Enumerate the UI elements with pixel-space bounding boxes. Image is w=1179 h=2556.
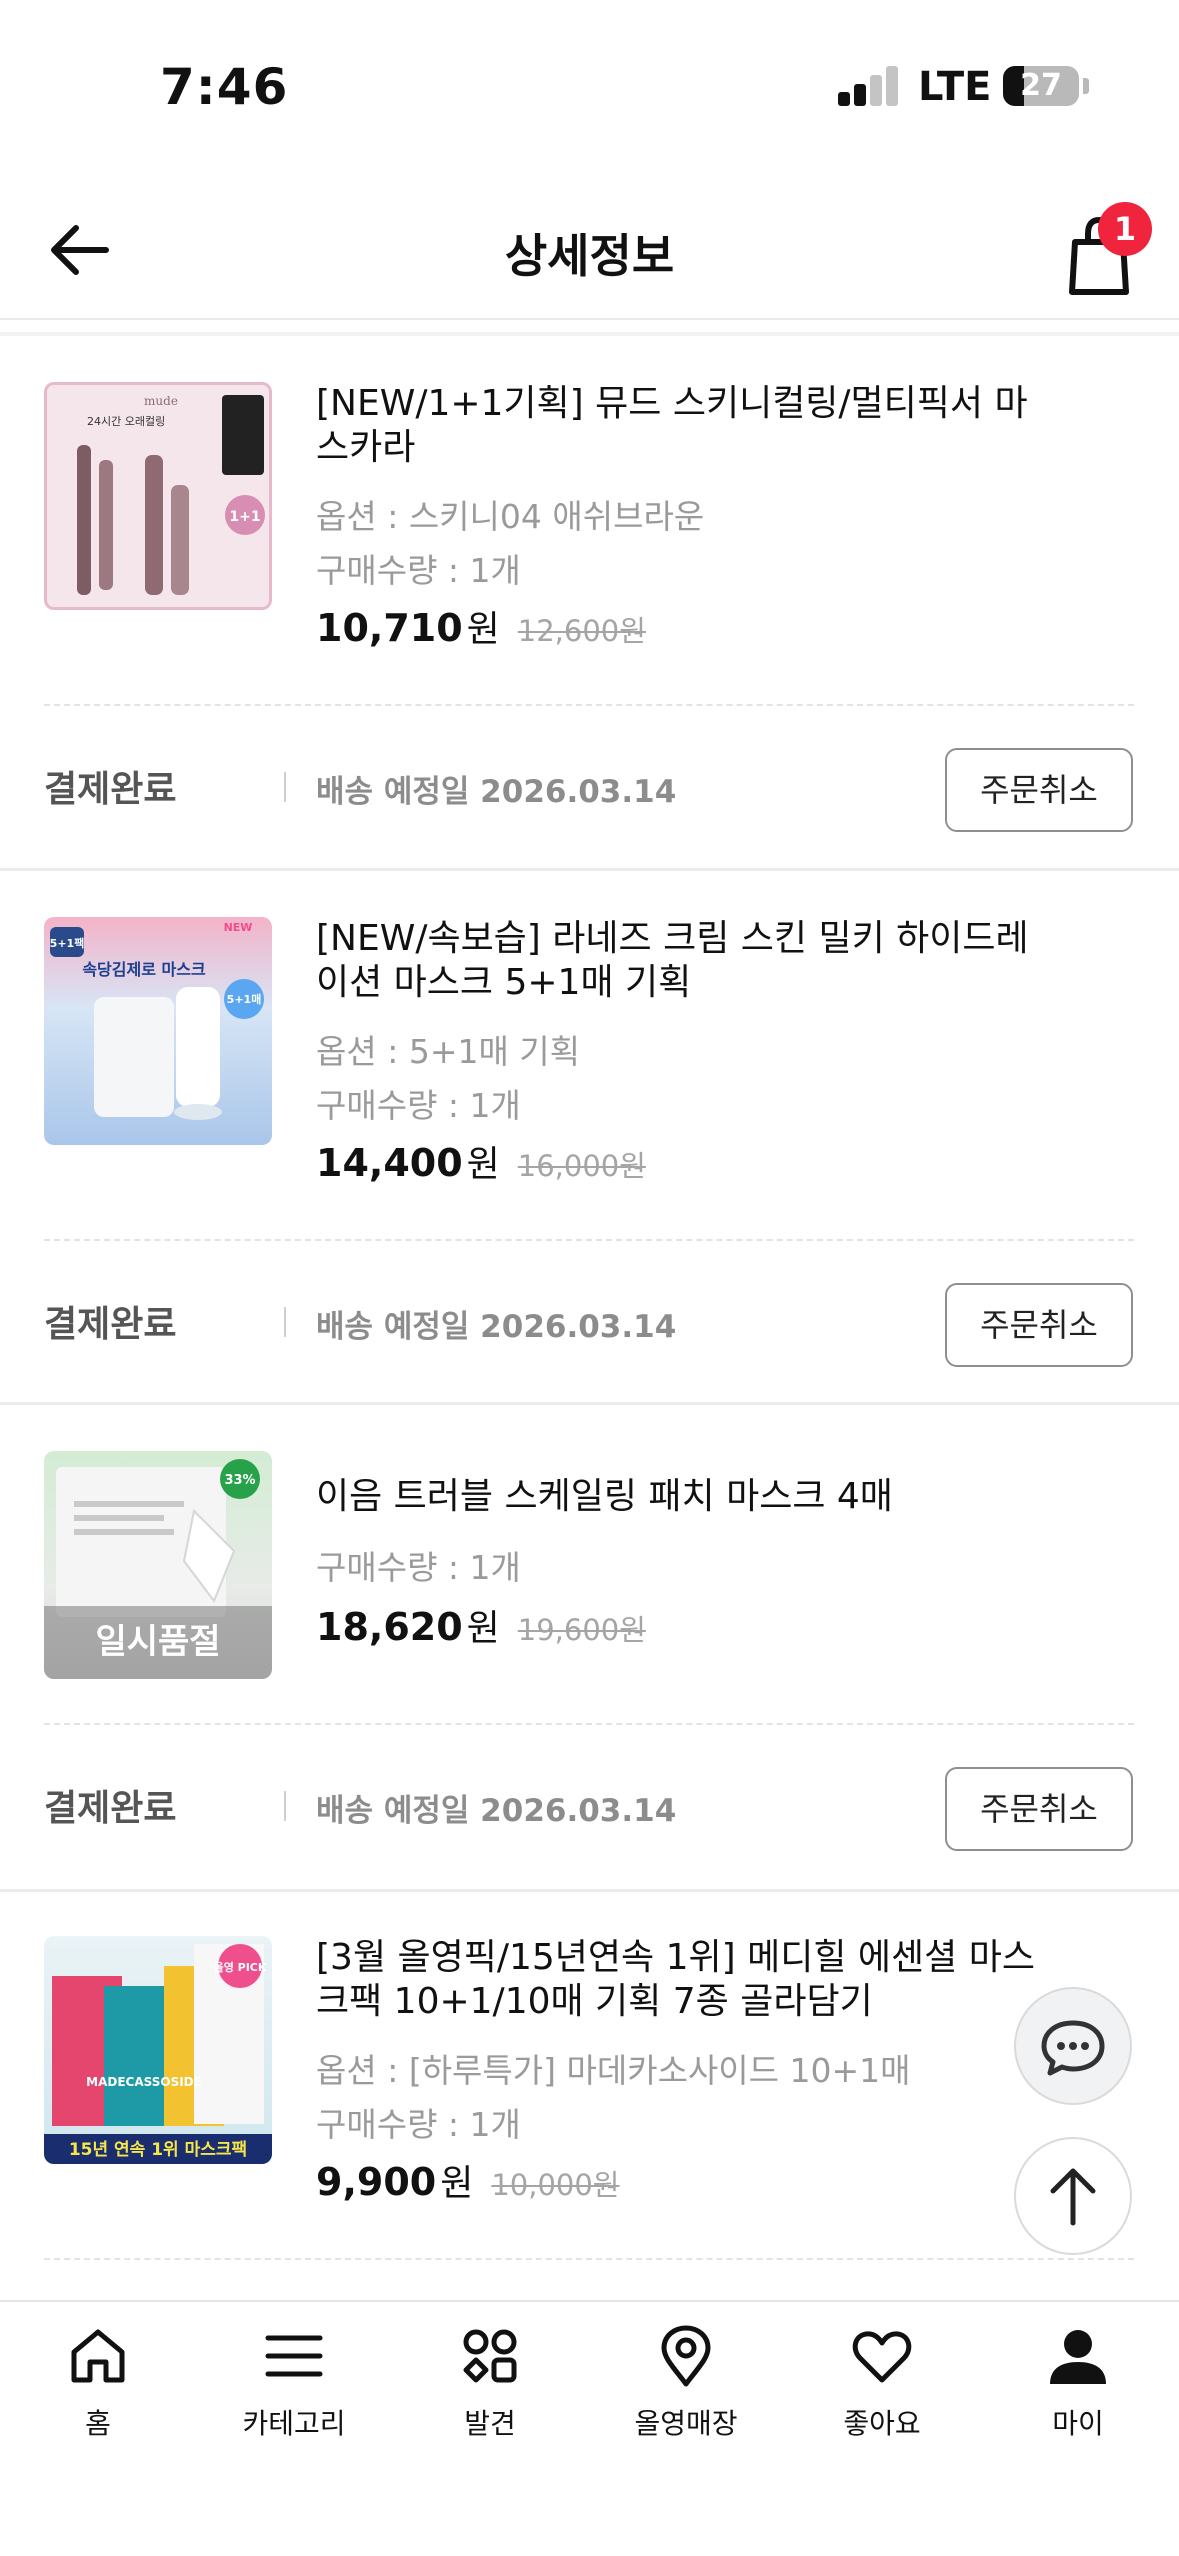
dashed-divider [44,704,1134,706]
product-option: 옵션 : 5+1매 기획 [316,1032,581,1071]
nav-label: 마이 [1052,2407,1104,2440]
price-row: 18,620 원 19,600원 [316,1599,646,1651]
product-quantity: 구매수량 : 1개 [316,1548,521,1587]
product-name[interactable]: 이음 트러블 스케일링 패치 마스크 4매 [316,1475,1036,1519]
dashed-divider [44,1239,1134,1241]
battery-cap [1083,78,1089,94]
sheet-count-text: 5+1매 [227,992,262,1006]
nav-label: 발견 [464,2407,516,2440]
price-row: 10,710 원 12,600원 [316,600,646,652]
pick-tag-text: 올영 PICK [214,1961,267,1974]
discover-icon [463,2329,517,2383]
discount-text: 33% [224,1473,255,1488]
dashed-divider [44,2258,1134,2260]
promo-text: 1+1 [229,509,260,525]
nav-category[interactable]: 카테고리 [196,2324,392,2464]
product-quantity: 구매수량 : 1개 [316,2105,521,2144]
nav-label: 홈 [85,2407,111,2440]
cart-count-badge: 1 [1098,202,1152,256]
bottom-navigation: 홈 카테고리 발견 올영매장 좋아요 마이 [0,2300,1179,2556]
nav-label: 카테고리 [242,2407,346,2440]
nav-likes[interactable]: 좋아요 [784,2324,980,2464]
original-price: 19,600원 [517,1613,646,1647]
status-time: 7:46 [160,58,289,116]
arrow-up-icon [1050,2168,1096,2226]
original-price: 16,000원 [517,1149,646,1183]
nav-discover[interactable]: 발견 [392,2324,588,2464]
scroll-to-top-button[interactable] [1014,2137,1132,2255]
battery-icon: 27 [1003,66,1079,106]
price-row: 14,400 원 16,000원 [316,1135,646,1187]
product-name[interactable]: [3월 올영픽/15년연속 1위] 메디힐 에센셜 마스크팩 10+1/10매 … [316,1936,1036,2024]
home-icon [71,2329,125,2383]
user-icon [1050,2330,1106,2384]
chat-button[interactable] [1014,1987,1132,2105]
mask-illustration: 5+1팩 속당김제로 마스크 NEW 5+1매 [50,921,264,1120]
currency: 원 [466,1608,500,1649]
product-image[interactable]: 올영 PICK MADECASSOSIDE 15년 연속 1위 마스크팩 [44,1936,272,2164]
nav-store[interactable]: 올영매장 [588,2324,784,2464]
status-separator [284,1791,286,1821]
page-title: 상세정보 [504,229,675,283]
section-divider [0,1889,1179,1892]
top-header: 상세정보 1 [0,180,1179,320]
status-separator [284,772,286,802]
original-price: 10,000원 [491,2168,620,2202]
product-image[interactable]: 33% 일시품절 [44,1451,272,1679]
currency: 원 [466,609,500,650]
price-row: 9,900 원 10,000원 [316,2154,619,2206]
nav-my[interactable]: 마이 [980,2324,1176,2464]
status-separator [284,1307,286,1337]
maskpack-illustration: 올영 PICK MADECASSOSIDE 15년 연속 1위 마스크팩 [44,1944,272,2164]
menu-icon [265,2335,323,2377]
brand-text: mude [144,394,178,408]
payment-status: 결제완료 [44,1788,177,1829]
status-bar: 7:46 LTE 27 [0,0,1179,180]
product-name[interactable]: [NEW/속보습] 라네즈 크림 스킨 밀키 하이드레이션 마스크 5+1매 기… [316,917,1036,1005]
currency: 원 [466,1144,500,1185]
location-pin-icon [661,2325,711,2387]
header-divider [0,332,1179,336]
sale-price: 9,900 [316,2160,437,2204]
nav-label: 좋아요 [843,2407,921,2440]
cancel-order-button[interactable]: 주문취소 [945,1283,1133,1367]
payment-status: 결제완료 [44,1304,177,1345]
sale-price: 14,400 [316,1141,463,1185]
pack-count-text: 5+1팩 [50,936,85,950]
dashed-divider [44,1723,1134,1725]
new-tag-text: NEW [224,921,253,934]
cancel-order-button[interactable]: 주문취소 [945,748,1133,832]
delivery-date: 배송 예정일 2026.03.14 [316,1793,677,1829]
product-quantity: 구매수량 : 1개 [316,551,521,590]
sold-out-overlay: 일시품절 [44,1606,272,1679]
image-caption: 속당김제로 마스크 [82,960,206,979]
product-name[interactable]: [NEW/1+1기획] 뮤드 스키니컬링/멀티픽서 마스카라 [316,382,1036,470]
product-image[interactable]: mude 1+1 24시간 오래컬링 [44,382,272,610]
image-caption: 15년 연속 1위 마스크팩 [69,2140,247,2160]
network-label: LTE [918,64,992,110]
battery-level: 27 [1020,68,1062,103]
product-option: 옵션 : [하루특가] 마데카소사이드 10+1매 [316,2051,911,2090]
nav-home[interactable]: 홈 [0,2324,196,2464]
nav-label: 올영매장 [634,2407,738,2440]
signal-icon [838,66,900,106]
payment-status: 결제완료 [44,769,177,810]
product-quantity: 구매수량 : 1개 [316,1086,521,1125]
delivery-date: 배송 예정일 2026.03.14 [316,1309,677,1345]
product-option: 옵션 : 스키니04 애쉬브라운 [316,497,705,536]
mascara-illustration: mude 1+1 24시간 오래컬링 [77,394,265,595]
product-label-text: MADECASSOSIDE [86,2075,202,2089]
section-divider [0,1402,1179,1405]
original-price: 12,600원 [517,614,646,648]
sale-price: 10,710 [316,606,463,650]
image-caption: 24시간 오래컬링 [87,415,165,428]
sale-price: 18,620 [316,1605,463,1649]
cancel-order-button[interactable]: 주문취소 [945,1767,1133,1851]
delivery-date: 배송 예정일 2026.03.14 [316,774,677,810]
chat-bubble-icon [1041,2020,1105,2076]
heart-icon [852,2331,912,2383]
section-divider [0,868,1179,871]
product-image[interactable]: 5+1팩 속당김제로 마스크 NEW 5+1매 [44,917,272,1145]
currency: 원 [440,2163,474,2204]
